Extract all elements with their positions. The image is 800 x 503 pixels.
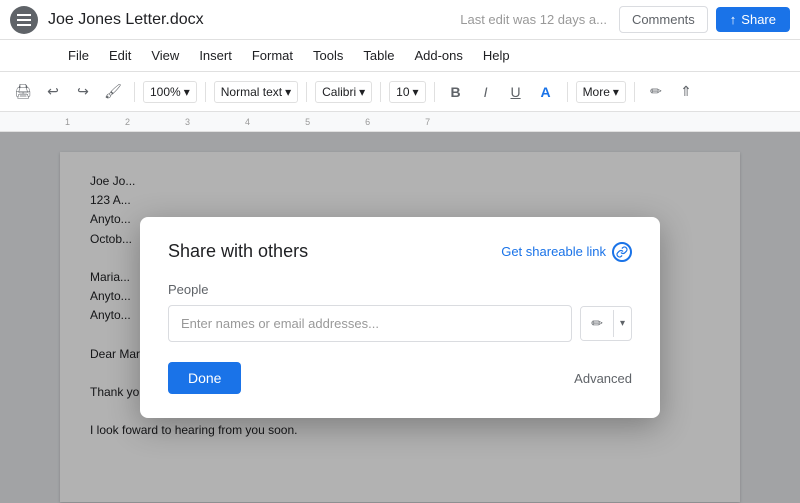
- doc-area: Joe Jo... 123 A... Anyto... Octob... Mar…: [0, 132, 800, 503]
- size-dropdown[interactable]: 10 ▾: [389, 81, 425, 103]
- separator-3: [306, 82, 307, 102]
- edit-pencil-icon[interactable]: ✏: [581, 307, 613, 340]
- comments-button[interactable]: Comments: [619, 6, 708, 33]
- redo-icon[interactable]: ↪: [70, 79, 96, 105]
- people-input[interactable]: [168, 305, 572, 342]
- people-label: People: [168, 282, 632, 297]
- highlight-icon[interactable]: ✏: [643, 79, 669, 105]
- modal-overlay: Share with others Get shareable link Peo…: [0, 132, 800, 503]
- more-label: More: [583, 85, 610, 99]
- separator-2: [205, 82, 206, 102]
- get-shareable-link-text: Get shareable link: [501, 244, 606, 259]
- share-icon: ↑: [730, 12, 737, 27]
- menu-tools[interactable]: Tools: [305, 44, 351, 67]
- ruler-mark-6: 6: [365, 117, 370, 127]
- top-bar: Joe Jones Letter.docx Last edit was 12 d…: [0, 0, 800, 40]
- hamburger-icon[interactable]: [10, 6, 38, 34]
- menu-table[interactable]: Table: [355, 44, 402, 67]
- menu-format[interactable]: Format: [244, 44, 301, 67]
- italic-icon[interactable]: I: [473, 79, 499, 105]
- ruler-mark-2: 2: [125, 117, 130, 127]
- last-edit-text: Last edit was 12 days a...: [460, 12, 607, 27]
- size-value: 10: [396, 85, 409, 99]
- print-icon[interactable]: 🖨: [10, 79, 36, 105]
- dialog-footer: Done Advanced: [168, 362, 632, 394]
- menu-view[interactable]: View: [143, 44, 187, 67]
- get-shareable-link-button[interactable]: Get shareable link: [501, 242, 632, 262]
- zoom-dropdown[interactable]: 100% ▾: [143, 81, 197, 103]
- menu-edit[interactable]: Edit: [101, 44, 139, 67]
- menu-insert[interactable]: Insert: [191, 44, 240, 67]
- underline-icon[interactable]: U: [503, 79, 529, 105]
- separator-4: [380, 82, 381, 102]
- zoom-value: 100%: [150, 85, 181, 99]
- share-dialog-header: Share with others Get shareable link: [168, 241, 632, 262]
- share-dialog: Share with others Get shareable link Peo…: [140, 217, 660, 418]
- zoom-arrow-icon: ▾: [184, 85, 190, 99]
- ruler-mark-5: 5: [305, 117, 310, 127]
- link-icon: [612, 242, 632, 262]
- font-arrow-icon: ▾: [359, 85, 365, 99]
- done-button[interactable]: Done: [168, 362, 241, 394]
- ruler: 1 2 3 4 5 6 7: [0, 112, 800, 132]
- more-arrow-icon: ▾: [613, 85, 619, 99]
- style-value: Normal text: [221, 85, 282, 99]
- font-value: Calibri: [322, 85, 356, 99]
- bold-icon[interactable]: B: [443, 79, 469, 105]
- menu-help[interactable]: Help: [475, 44, 518, 67]
- ruler-mark-3: 3: [185, 117, 190, 127]
- advanced-link[interactable]: Advanced: [574, 371, 632, 386]
- font-dropdown[interactable]: Calibri ▾: [315, 81, 372, 103]
- ruler-mark-4: 4: [245, 117, 250, 127]
- undo-icon[interactable]: ↩: [40, 79, 66, 105]
- share-dialog-title: Share with others: [168, 241, 308, 262]
- edit-dropdown-icon[interactable]: ▾: [613, 310, 631, 337]
- format-icon[interactable]: ⇑: [673, 79, 699, 105]
- menu-addons[interactable]: Add-ons: [406, 44, 470, 67]
- menu-bar: File Edit View Insert Format Tools Table…: [0, 40, 800, 72]
- doc-title[interactable]: Joe Jones Letter.docx: [48, 11, 204, 29]
- separator-1: [134, 82, 135, 102]
- people-input-row: ✏ ▾: [168, 305, 632, 342]
- share-label: Share: [741, 12, 776, 27]
- size-arrow-icon: ▾: [413, 85, 419, 99]
- edit-permissions-button[interactable]: ✏ ▾: [580, 306, 632, 341]
- style-dropdown[interactable]: Normal text ▾: [214, 81, 298, 103]
- separator-5: [434, 82, 435, 102]
- paint-format-icon[interactable]: 🖌: [100, 79, 126, 105]
- ruler-mark-1: 1: [65, 117, 70, 127]
- share-button[interactable]: ↑ Share: [716, 7, 790, 32]
- toolbar: 🖨 ↩ ↪ 🖌 100% ▾ Normal text ▾ Calibri ▾ 1…: [0, 72, 800, 112]
- more-dropdown[interactable]: More ▾: [576, 81, 626, 103]
- text-color-icon[interactable]: A: [533, 79, 559, 105]
- separator-7: [634, 82, 635, 102]
- separator-6: [567, 82, 568, 102]
- style-arrow-icon: ▾: [285, 85, 291, 99]
- ruler-mark-7: 7: [425, 117, 430, 127]
- menu-file[interactable]: File: [60, 44, 97, 67]
